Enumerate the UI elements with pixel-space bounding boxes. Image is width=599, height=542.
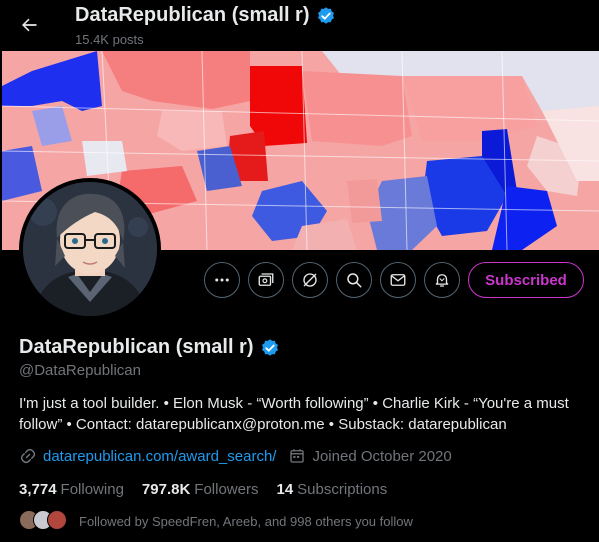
back-button[interactable] <box>12 8 46 42</box>
grok-button[interactable] <box>292 262 328 298</box>
profile-actions <box>204 262 460 298</box>
header-post-count: 15.4K posts <box>75 32 144 47</box>
message-button[interactable] <box>380 262 416 298</box>
profile-name: DataRepublican (small r) <box>19 336 254 358</box>
top-bar: DataRepublican (small r) 15.4K posts <box>0 0 599 52</box>
follower-avatar-3 <box>47 510 67 530</box>
more-button[interactable] <box>204 262 240 298</box>
calendar-icon <box>290 449 305 463</box>
gift-card-icon <box>258 273 274 286</box>
followers-count: 797.8K <box>141 481 191 498</box>
profile-stats-row: 3,774 Following 797.8K Followers 14 Subscri… <box>19 481 405 498</box>
grok-icon <box>303 273 317 287</box>
profile-meta-row: datarepublican.com/award_search/ Joined … <box>19 447 452 465</box>
profile-name-row: DataRepublican (small r) <box>19 336 280 359</box>
back-arrow-icon <box>22 18 37 32</box>
following-label: Following <box>60 481 124 498</box>
subscriptions-label: Subscriptions <box>297 481 388 498</box>
notifications-button[interactable] <box>424 262 460 298</box>
following-link[interactable]: 3,774 Following <box>19 481 124 498</box>
bell-icon <box>435 274 449 287</box>
verified-badge-icon <box>317 6 334 24</box>
link-icon <box>20 448 36 464</box>
followed-by-avatars <box>19 510 75 532</box>
followers-label: Followers <box>194 481 259 498</box>
followers-link[interactable]: 797.8K Followers <box>142 481 259 498</box>
following-count: 3,774 <box>19 481 57 498</box>
subscribed-button[interactable]: Subscribed <box>468 262 584 298</box>
premium-gift-button[interactable] <box>248 262 284 298</box>
followed-by-row[interactable]: Followed by SpeedFren, Areeb, and 998 ot… <box>19 510 413 532</box>
mail-icon <box>390 274 406 286</box>
search-posts-button[interactable] <box>336 262 372 298</box>
verified-badge-icon[interactable] <box>260 338 280 358</box>
profile-joined-date: Joined October 2020 <box>312 447 452 465</box>
more-dots-icon <box>215 278 229 282</box>
avatar-portrait-image <box>23 182 157 316</box>
subscriptions-count: 14 <box>276 481 294 498</box>
profile-handle: @DataRepublican <box>19 362 141 379</box>
followed-by-text: Followed by SpeedFren, Areeb, and 998 ot… <box>79 513 413 529</box>
header-title-row: DataRepublican (small r) <box>75 4 336 27</box>
profile-website-link[interactable]: datarepublican.com/award_search/ <box>43 448 276 465</box>
search-icon <box>347 273 362 288</box>
profile-avatar[interactable] <box>19 178 161 320</box>
header-name: DataRepublican (small r) <box>75 4 310 26</box>
profile-bio: I'm just a tool builder. • Elon Musk - “… <box>19 395 569 433</box>
subscriptions-link[interactable]: 14 Subscriptions <box>276 481 387 498</box>
